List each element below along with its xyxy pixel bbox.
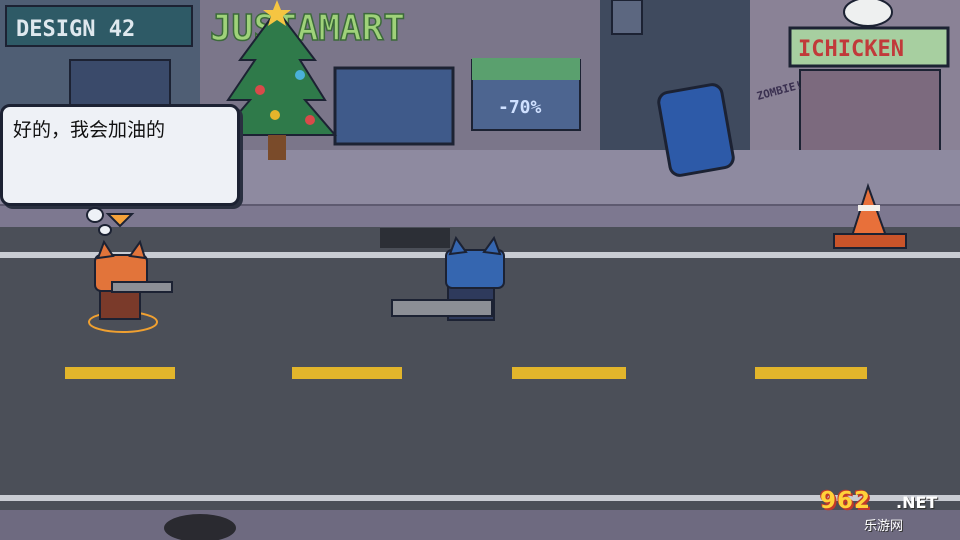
watermark-site-name: 乐游网: [864, 519, 904, 534]
rifle-icon: [111, 281, 173, 293]
site-watermark: 962 .NET 乐游网: [820, 488, 956, 536]
bottom-sidewalk: [0, 510, 960, 540]
discount-sign-text: -70%: [498, 97, 542, 118]
curb: [0, 205, 960, 227]
awning: [472, 58, 580, 80]
blue-barrel-icon: [657, 83, 735, 177]
design-sign-text: DESIGN 42: [16, 17, 135, 42]
dialogue-bubble[interactable]: 好的，我会加油的: [0, 104, 240, 206]
lane-dash: [292, 367, 402, 379]
lane-dash: [755, 367, 867, 379]
chicken-sign-text: ICHICKEN: [798, 37, 904, 62]
skull-flag: [611, 0, 643, 35]
lane-dash: [65, 367, 175, 379]
chicken-mascot-icon: [843, 0, 893, 27]
lane-dash: [512, 367, 626, 379]
store-window: [333, 66, 455, 146]
thought-puff-icon: [86, 207, 104, 223]
road-edge-line-bottom: [0, 495, 960, 501]
sewer-grate: [380, 228, 450, 248]
watermark-domain: .NET: [896, 493, 938, 512]
game-scene: DESIGN 42 JUSTAMART -70% ICHICKEN ZOMBIE…: [0, 0, 960, 540]
watermark-number: 962: [820, 488, 872, 514]
justamart-sign-text: JUSTAMART: [210, 8, 405, 49]
thought-puff-icon: [98, 224, 112, 236]
boarded-window: [799, 69, 941, 153]
minigun-icon: [391, 299, 493, 317]
window: [69, 59, 171, 111]
dialogue-text: 好的，我会加油的: [13, 119, 166, 141]
